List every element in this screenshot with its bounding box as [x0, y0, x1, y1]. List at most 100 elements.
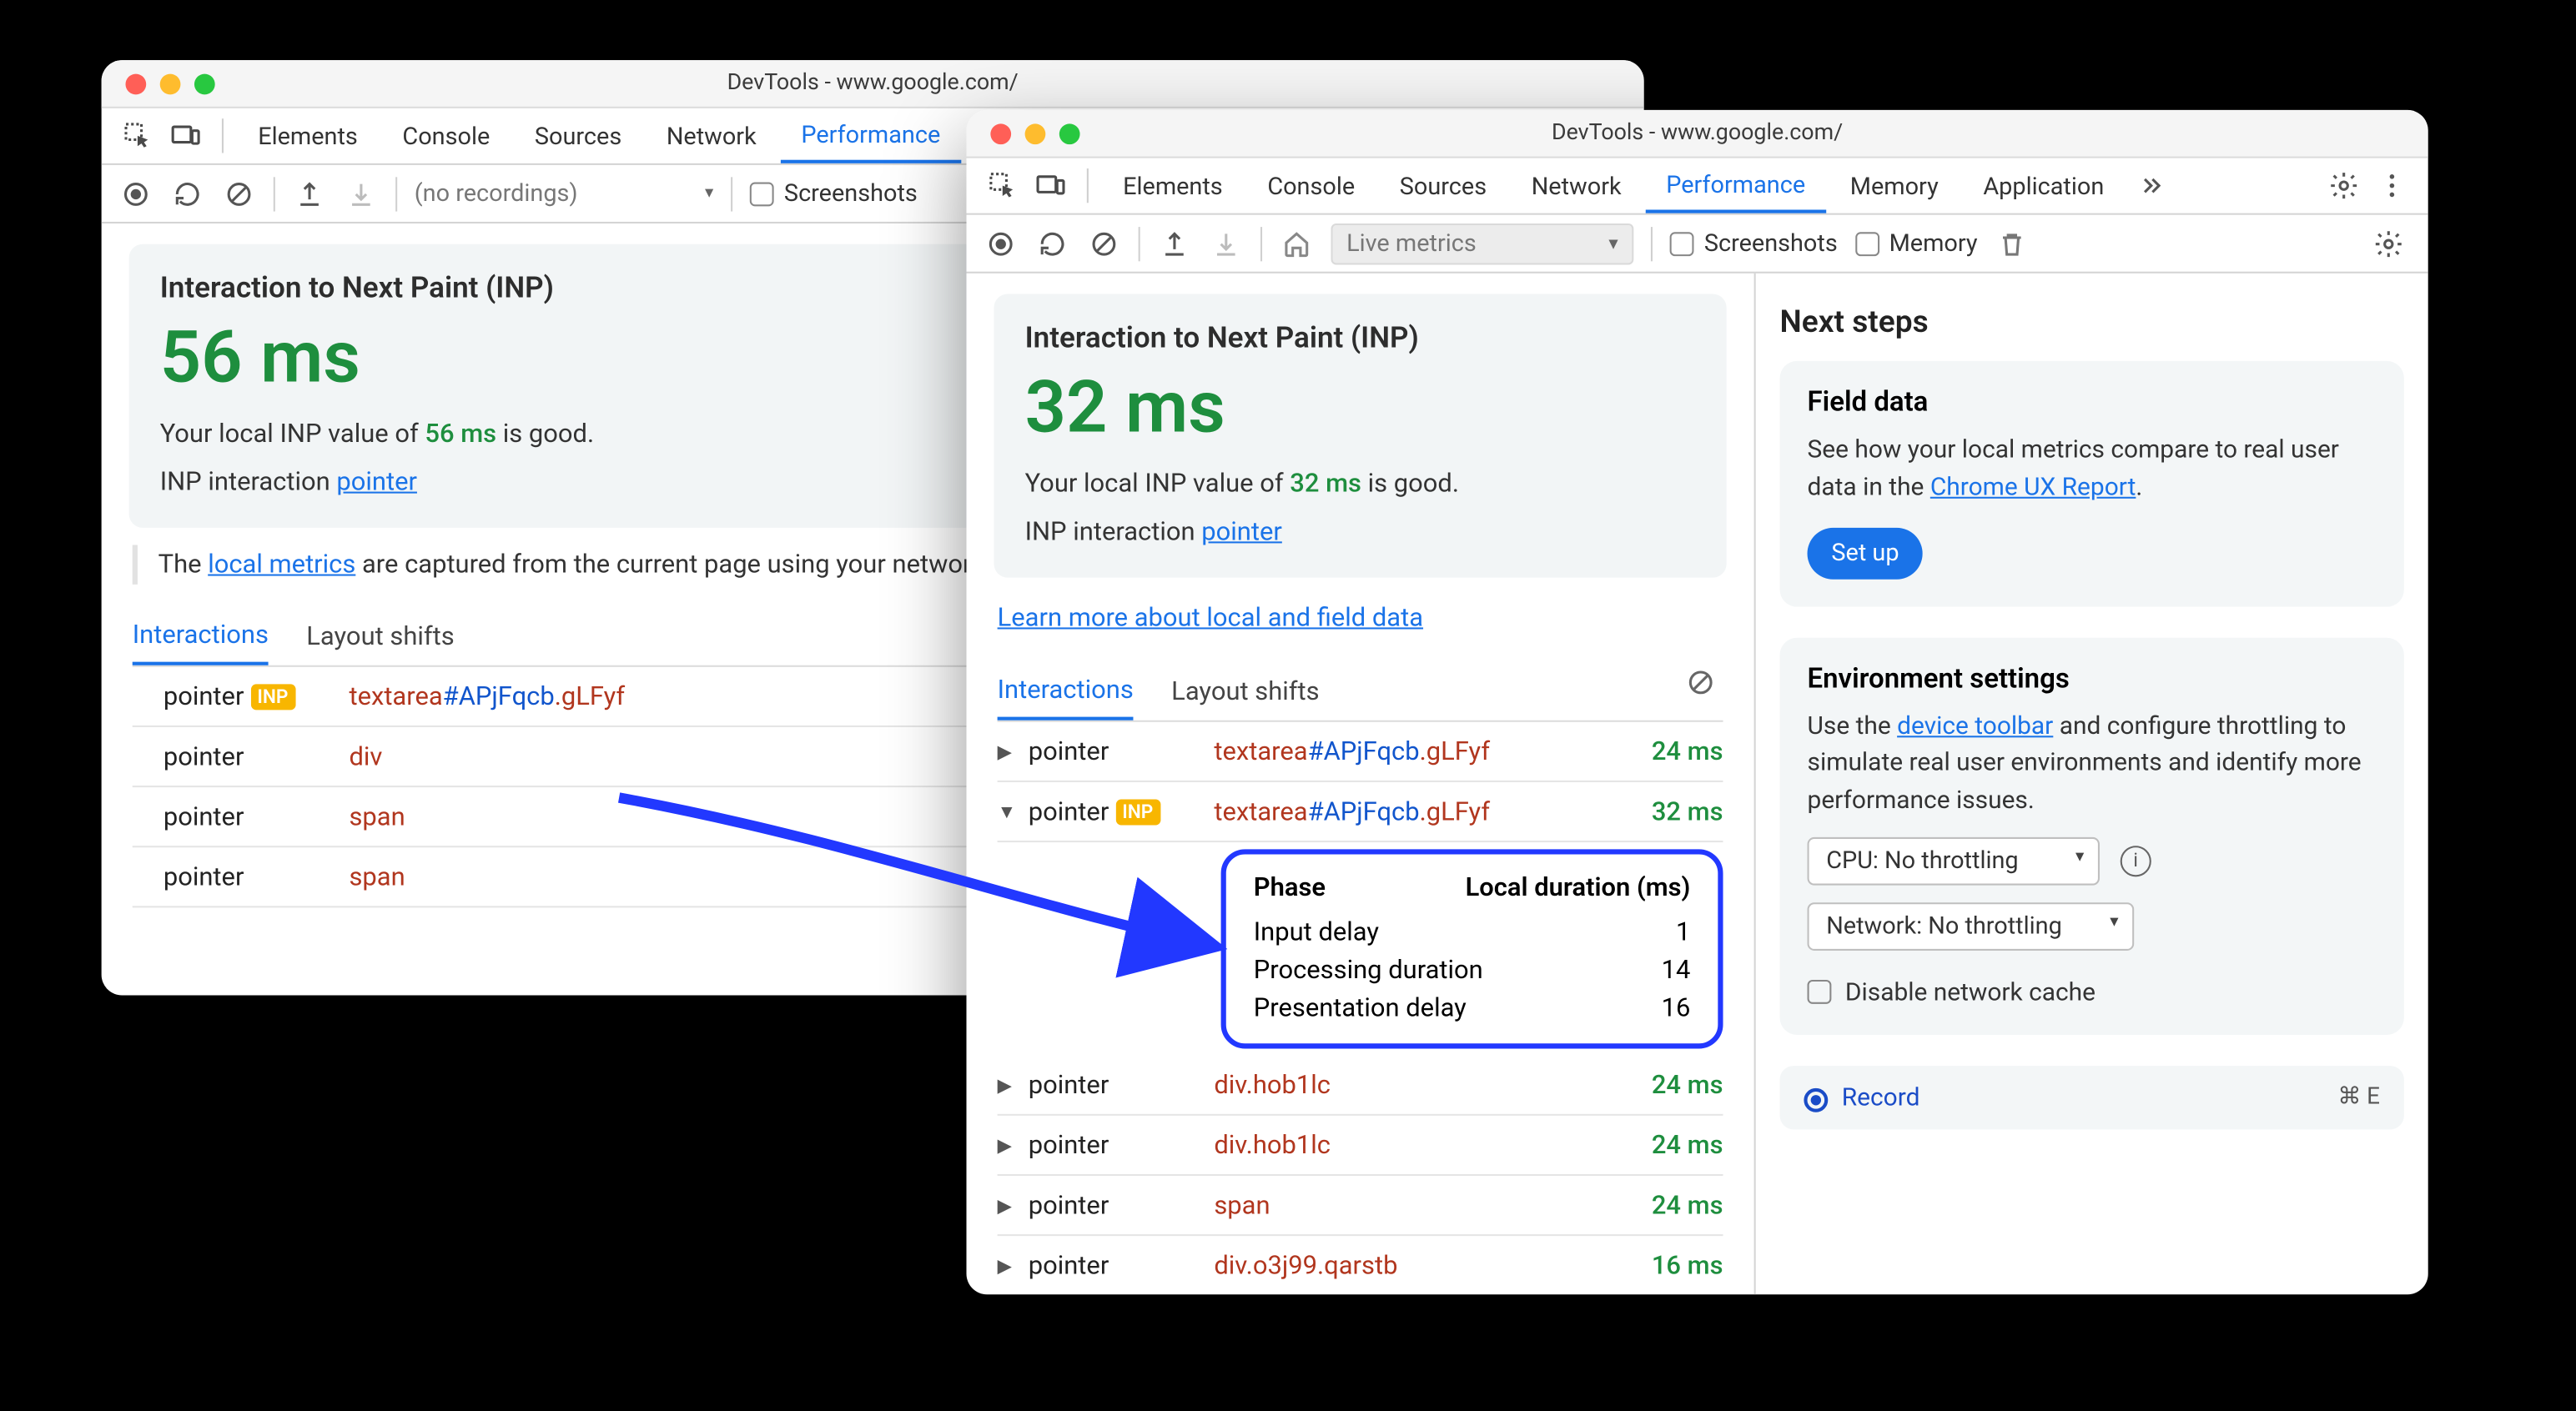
env-title: Environment settings: [1808, 661, 2377, 694]
disclose-icon[interactable]: ▼: [998, 801, 1029, 823]
interaction-row[interactable]: ▶pointerdiv.hob1lc24 ms: [998, 1056, 1723, 1116]
tab-sources[interactable]: Sources: [514, 111, 642, 161]
interaction-duration: 24 ms: [1652, 1189, 1723, 1220]
panel-settings-icon[interactable]: [2366, 221, 2411, 266]
inspect-icon[interactable]: [980, 163, 1025, 208]
phase-label: Input delay: [1254, 916, 1379, 947]
reload-icon[interactable]: [1035, 226, 1069, 260]
screenshots-checkbox[interactable]: Screenshots: [1670, 229, 1838, 257]
subtab-interactions[interactable]: Interactions: [998, 660, 1134, 721]
kebab-menu-icon[interactable]: [2370, 163, 2415, 208]
record-icon[interactable]: [984, 226, 1018, 260]
interaction-row[interactable]: ▶pointerdiv.hob1lc24 ms: [998, 1116, 1723, 1176]
live-metrics-select[interactable]: Live metrics: [1331, 223, 1634, 264]
interaction-selector: div.hob1lc: [1214, 1129, 1651, 1160]
clear-icon[interactable]: [1087, 226, 1121, 260]
devtools-window-2: DevTools - www.google.com/ Elements Cons…: [967, 110, 2428, 1294]
device-toolbar-icon[interactable]: [1029, 163, 1074, 208]
crux-link[interactable]: Chrome UX Report: [1930, 472, 2136, 501]
tab-elements[interactable]: Elements: [237, 111, 378, 161]
divider: [395, 176, 397, 210]
field-data-text: See how your local metrics compare to re…: [1808, 431, 2377, 506]
cpu-throttling-select[interactable]: CPU: No throttling: [1808, 836, 2100, 885]
disclose-icon[interactable]: ▶: [998, 1194, 1029, 1217]
interaction-type: pointer: [1029, 736, 1215, 766]
interaction-duration: 16 ms: [1652, 1250, 1723, 1281]
interaction-type: pointer: [164, 801, 350, 831]
memory-checkbox[interactable]: Memory: [1854, 229, 1977, 257]
info-icon[interactable]: i: [2121, 845, 2151, 876]
titlebar[interactable]: DevTools - www.google.com/: [102, 60, 1644, 108]
learn-more-link[interactable]: Learn more about local and field data: [998, 601, 1423, 632]
inp-interaction-link[interactable]: pointer: [1201, 515, 1282, 546]
setup-button[interactable]: Set up: [1808, 527, 1924, 579]
tab-application[interactable]: Application: [1963, 161, 2125, 211]
zoom-dot[interactable]: [1059, 123, 1080, 143]
tab-elements[interactable]: Elements: [1102, 161, 1243, 211]
titlebar[interactable]: DevTools - www.google.com/: [967, 110, 2428, 158]
tab-network[interactable]: Network: [1511, 161, 1642, 211]
window-title: DevTools - www.google.com/: [102, 71, 1644, 97]
divider: [1087, 168, 1089, 203]
interaction-type: pointer INP: [1029, 796, 1215, 826]
download-icon[interactable]: [1209, 226, 1243, 260]
recordings-select[interactable]: (no recordings) ▾: [415, 179, 714, 207]
interaction-row[interactable]: ▶pointerspan24 ms: [998, 1176, 1723, 1236]
interaction-row[interactable]: ▶pointertextarea#APjFqcb.gLFyf24 ms: [998, 722, 1723, 782]
minimize-dot[interactable]: [160, 73, 181, 94]
disclose-icon[interactable]: ▶: [998, 1073, 1029, 1096]
tab-performance[interactable]: Performance: [781, 109, 961, 163]
disclose-icon[interactable]: ▶: [998, 1133, 1029, 1156]
inp-badge: INP: [1115, 800, 1160, 826]
subtab-layout-shifts[interactable]: Layout shifts: [1171, 662, 1319, 719]
tab-console[interactable]: Console: [382, 111, 511, 161]
close-dot[interactable]: [990, 123, 1011, 143]
inp-interaction-link[interactable]: pointer: [336, 466, 417, 497]
perf-toolbar: Live metrics Screenshots Memory: [967, 215, 2428, 274]
phase-label: Processing duration: [1254, 954, 1483, 985]
upload-icon[interactable]: [292, 176, 326, 210]
subtabs: Interactions Layout shifts: [998, 660, 1723, 722]
env-settings-card: Environment settings Use the device tool…: [1780, 637, 2404, 1035]
home-icon[interactable]: [1280, 226, 1314, 260]
phase-value: 16: [1662, 992, 1691, 1022]
reload-icon[interactable]: [170, 176, 204, 210]
interaction-row[interactable]: ▶pointerdiv.o3j99.qarstb16 ms: [998, 1236, 1723, 1294]
interaction-duration: 24 ms: [1652, 1069, 1723, 1100]
interaction-type: pointer: [1029, 1069, 1215, 1100]
record-shortcut: ⌘ E: [2337, 1083, 2380, 1111]
inspect-icon[interactable]: [115, 113, 160, 158]
tab-sources[interactable]: Sources: [1379, 161, 1507, 211]
record-icon[interactable]: [118, 176, 153, 210]
record-card[interactable]: Record ⌘ E: [1780, 1066, 2404, 1129]
interaction-selector: textarea#APjFqcb.gLFyf: [1214, 796, 1651, 826]
tab-console[interactable]: Console: [1247, 161, 1376, 211]
interaction-selector: textarea#APjFqcb.gLFyf: [1214, 736, 1651, 766]
close-dot[interactable]: [125, 73, 146, 94]
subtab-layout-shifts[interactable]: Layout shifts: [306, 606, 454, 663]
disable-cache-checkbox[interactable]: Disable network cache: [1808, 977, 2377, 1007]
settings-icon[interactable]: [2322, 163, 2367, 208]
disclose-icon[interactable]: ▶: [998, 1254, 1029, 1277]
local-metrics-link[interactable]: local metrics: [208, 549, 355, 580]
device-toolbar-link[interactable]: device toolbar: [1897, 711, 2053, 740]
trash-icon[interactable]: [1995, 226, 2029, 260]
clear-icon[interactable]: [222, 176, 256, 210]
tab-network[interactable]: Network: [646, 111, 777, 161]
tab-memory[interactable]: Memory: [1829, 161, 1959, 211]
more-tabs-icon[interactable]: [2128, 163, 2173, 208]
phase-value: 1: [1676, 916, 1690, 947]
subtab-interactions[interactable]: Interactions: [133, 605, 269, 665]
upload-icon[interactable]: [1157, 226, 1191, 260]
interaction-row[interactable]: ▼pointer INPtextarea#APjFqcb.gLFyf32 ms: [998, 782, 1723, 842]
zoom-dot[interactable]: [194, 73, 215, 94]
tab-performance[interactable]: Performance: [1645, 159, 1825, 213]
device-toolbar-icon[interactable]: [164, 113, 209, 158]
clear-list-icon[interactable]: [1685, 667, 1723, 705]
download-icon[interactable]: [344, 176, 378, 210]
screenshots-checkbox[interactable]: Screenshots: [750, 179, 918, 207]
minimize-dot[interactable]: [1025, 123, 1046, 143]
network-throttling-select[interactable]: Network: No throttling: [1808, 902, 2135, 951]
disclose-icon[interactable]: ▶: [998, 740, 1029, 762]
panel-tabbar: Elements Console Sources Network Perform…: [967, 158, 2428, 215]
